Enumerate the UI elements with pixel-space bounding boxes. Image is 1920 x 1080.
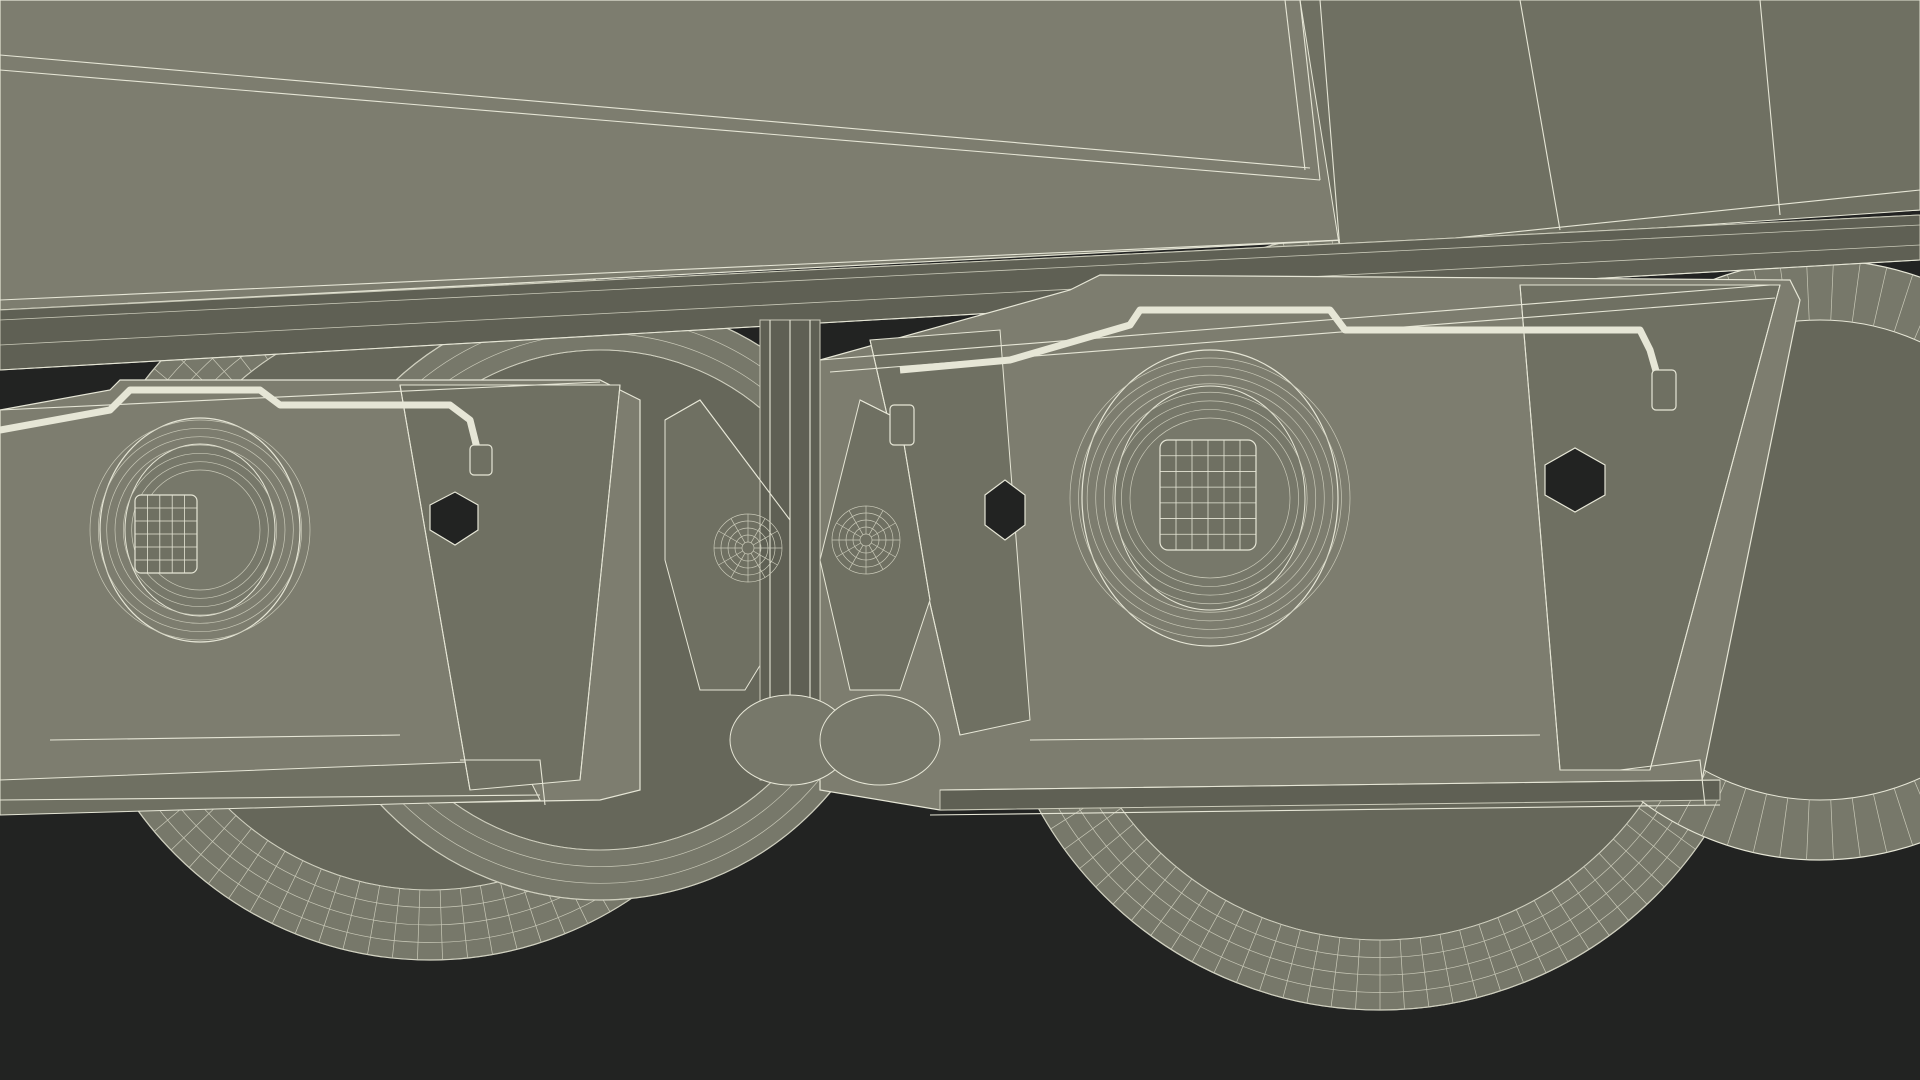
render-canvas xyxy=(0,0,1920,1080)
left-axle-box xyxy=(0,379,641,816)
wireframe-render xyxy=(0,0,1920,1080)
